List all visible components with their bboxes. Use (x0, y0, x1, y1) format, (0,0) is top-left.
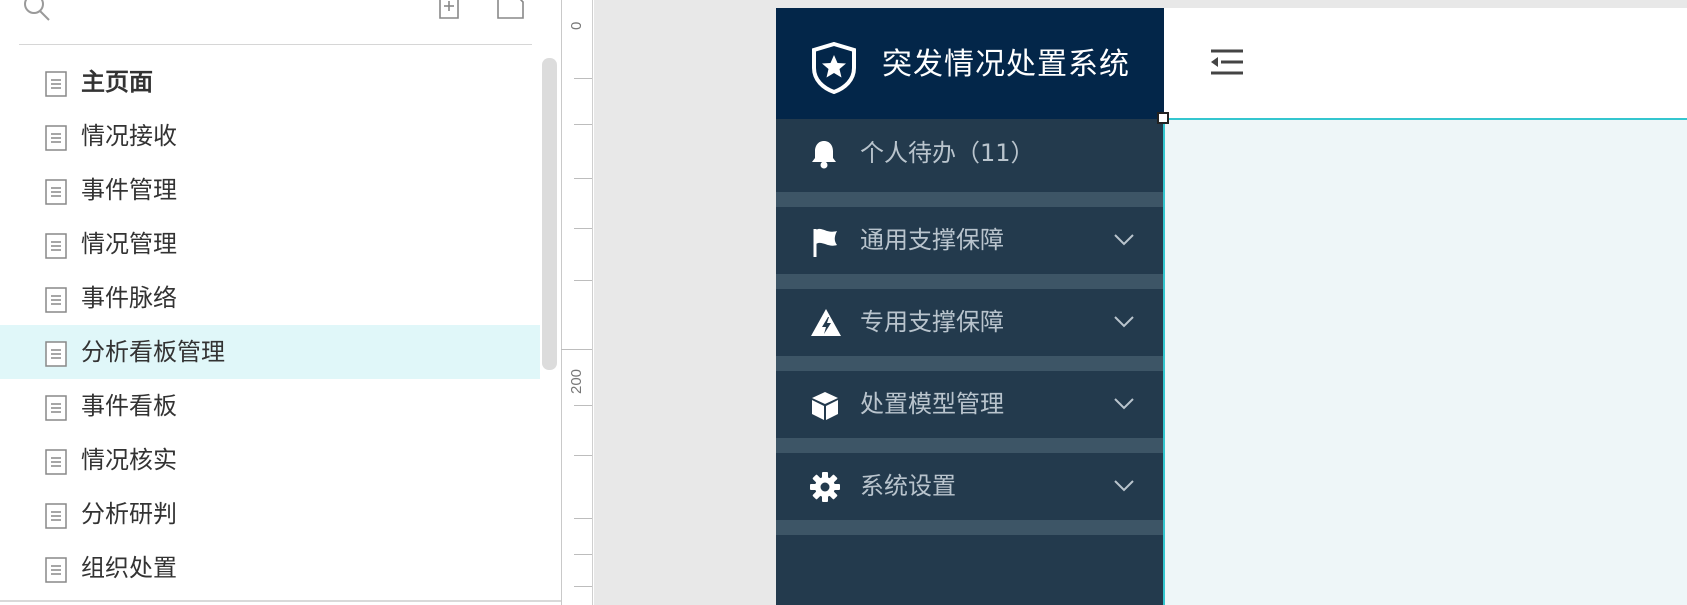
page-item[interactable]: 情况管理 (0, 217, 540, 271)
cube-icon (810, 390, 840, 426)
page-item[interactable]: 情况核实 (0, 433, 540, 487)
page-icon (45, 71, 67, 101)
nav-separator (776, 520, 1164, 535)
search-icon[interactable] (22, 0, 52, 26)
page-label: 事件脉络 (81, 284, 177, 312)
page-label: 事件看板 (81, 392, 177, 420)
ruler-tick (574, 178, 592, 179)
flag-icon (810, 226, 840, 262)
ruler-tick (574, 554, 592, 555)
resize-handle[interactable] (1157, 112, 1169, 124)
ruler-label-0: 0 (568, 21, 585, 30)
page-icon (45, 125, 67, 155)
page-icon (45, 287, 67, 317)
ruler-tick (574, 78, 592, 79)
chevron-down-icon (1113, 232, 1135, 251)
page-icon (45, 179, 67, 209)
panel-bottom-divider (0, 600, 561, 602)
nav-item-settings[interactable]: 系统设置 (776, 453, 1164, 520)
page-icon (45, 503, 67, 533)
page-label: 情况管理 (81, 230, 177, 258)
page-label: 主页面 (81, 68, 153, 96)
nav-separator (776, 274, 1164, 289)
page-item[interactable]: 事件脉络 (0, 271, 540, 325)
vertical-ruler: 0 200 (561, 0, 593, 605)
ruler-tick (574, 124, 592, 125)
pages-panel: 主页面 情况接收 事件管理 情况管理 事件脉络 分析看板管理 事件看板 情况核实… (0, 0, 561, 605)
nav-item-model-management[interactable]: 处置模型管理 (776, 371, 1164, 438)
page-item[interactable]: 情况接收 (0, 109, 540, 163)
page-icon (45, 233, 67, 263)
nav-separator (776, 356, 1164, 371)
ruler-tick (574, 455, 592, 456)
page-label: 分析看板管理 (81, 338, 225, 366)
bell-icon (810, 139, 838, 173)
page-item[interactable]: 事件看板 (0, 379, 540, 433)
chevron-down-icon (1113, 478, 1135, 497)
nav-label: 系统设置 (860, 472, 956, 500)
ruler-tick (574, 518, 592, 519)
nav-label: 个人待办（11） (860, 139, 1035, 167)
page-item-home[interactable]: 主页面 (0, 55, 540, 109)
nav-label: 专用支撑保障 (860, 308, 1004, 336)
content-area (1163, 118, 1687, 605)
page-list: 主页面 情况接收 事件管理 情况管理 事件脉络 分析看板管理 事件看板 情况核实… (0, 55, 540, 595)
page-item-selected[interactable]: 分析看板管理 (0, 325, 540, 379)
page-label: 事件管理 (81, 176, 177, 204)
page-label: 情况核实 (81, 446, 177, 474)
warning-icon (810, 308, 842, 342)
app-title: 突发情况处置系统 (882, 47, 1130, 82)
page-item[interactable]: 事件管理 (0, 163, 540, 217)
add-folder-icon[interactable] (497, 0, 525, 24)
collapse-menu-icon[interactable] (1209, 48, 1245, 80)
nav-item-general-support[interactable]: 通用支撑保障 (776, 207, 1164, 274)
chevron-down-icon (1113, 314, 1135, 333)
gear-icon (810, 472, 840, 506)
page-list-scrollbar[interactable] (542, 58, 557, 370)
page-icon (45, 341, 67, 371)
chevron-down-icon (1113, 396, 1135, 415)
page-label: 情况接收 (81, 122, 177, 150)
shield-star-icon (811, 41, 857, 98)
page-label: 组织处置 (81, 554, 177, 582)
ruler-label-200: 200 (568, 368, 585, 394)
add-page-icon[interactable] (439, 0, 461, 24)
page-item[interactable]: 分析研判 (0, 487, 540, 541)
ruler-tick (574, 280, 592, 281)
page-icon (45, 395, 67, 425)
nav-item-special-support[interactable]: 专用支撑保障 (776, 289, 1164, 356)
ruler-tick (561, 349, 592, 350)
page-item[interactable]: 组织处置 (0, 541, 540, 595)
nav-label: 通用支撑保障 (860, 226, 1004, 254)
page-label: 分析研判 (81, 500, 177, 528)
nav-separator (776, 438, 1164, 453)
nav-label: 处置模型管理 (860, 390, 1004, 418)
ruler-tick (574, 405, 592, 406)
ruler-tick (574, 228, 592, 229)
page-icon (45, 449, 67, 479)
nav-item-todo[interactable]: 个人待办（11） (776, 120, 1164, 187)
ruler-tick (574, 586, 592, 587)
search-divider (19, 44, 532, 45)
page-icon (45, 557, 67, 587)
nav-separator (776, 192, 1164, 207)
